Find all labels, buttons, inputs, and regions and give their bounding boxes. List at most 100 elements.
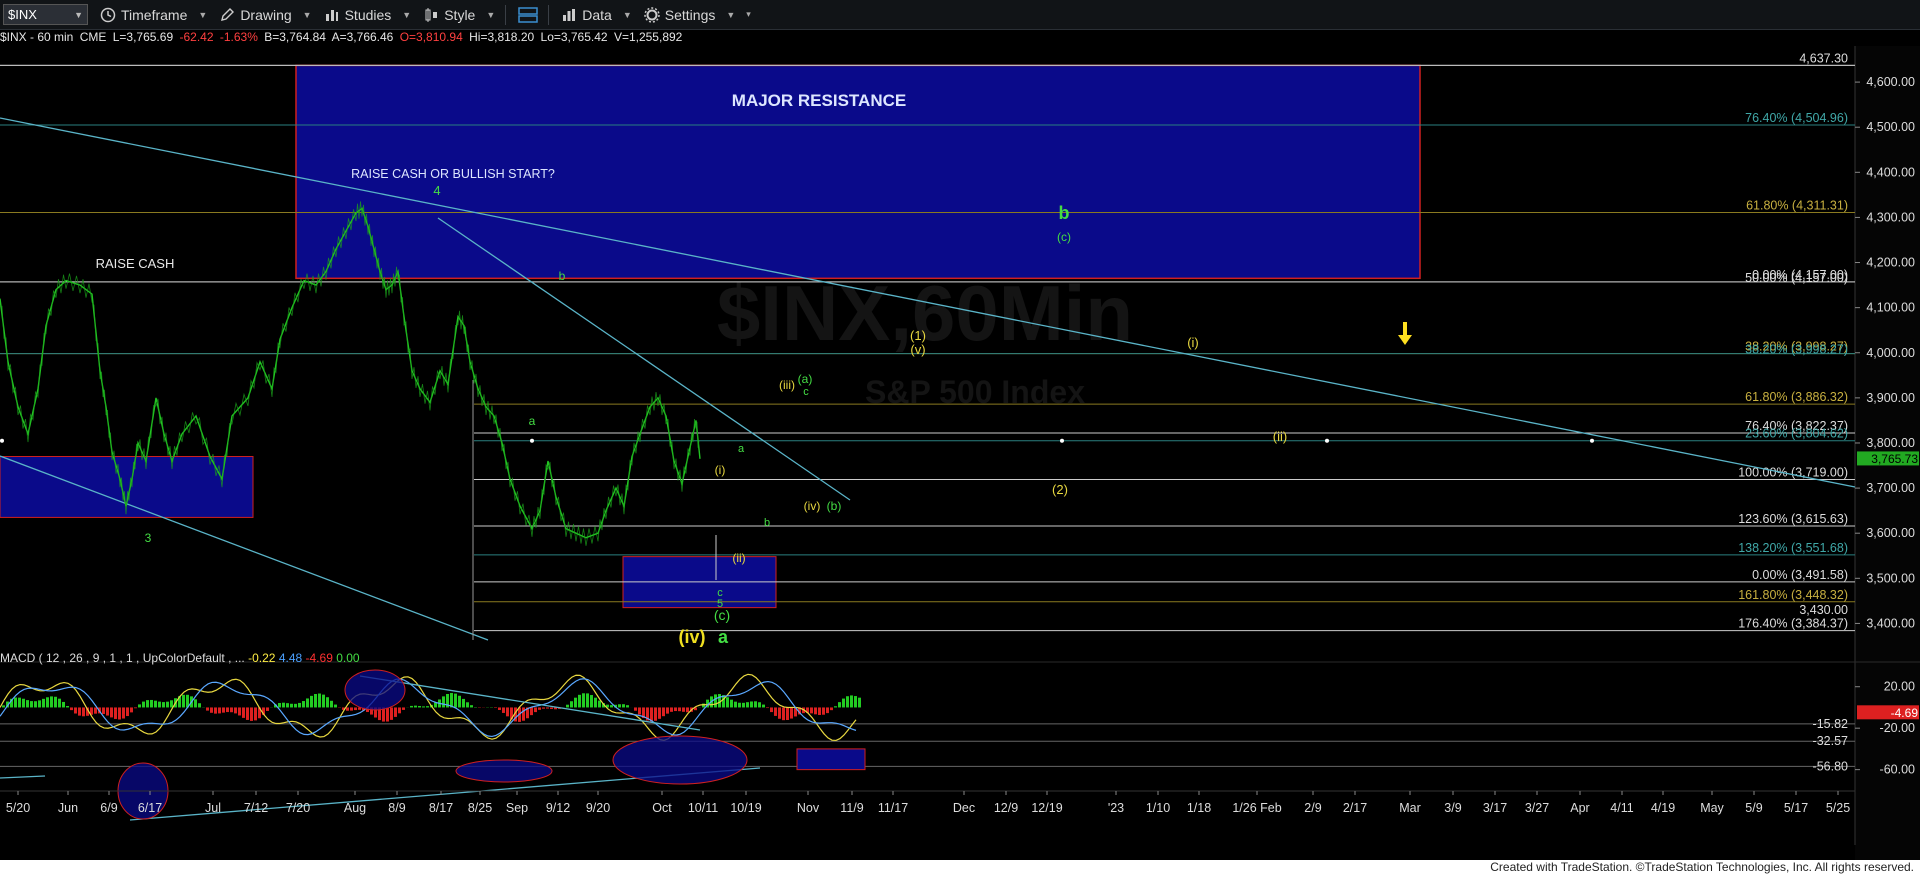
macd-histogram-bar bbox=[206, 707, 209, 711]
chevron-down-icon[interactable]: ▼ bbox=[74, 10, 83, 20]
drawing-button[interactable]: Drawing ▼ bbox=[219, 7, 312, 23]
macd-histogram-bar bbox=[658, 707, 661, 719]
macd-label: MACD ( 12 , 26 , 9 , 1 , 1 , UpColorDefa… bbox=[0, 651, 245, 665]
macd-histogram-bar bbox=[670, 707, 673, 712]
macd-histogram-bar bbox=[314, 694, 317, 708]
macd-histogram-bar bbox=[610, 705, 613, 708]
wave-b-paren-label: (b) bbox=[827, 499, 842, 513]
studies-button[interactable]: Studies ▼ bbox=[324, 7, 412, 23]
price-chart[interactable]: $INX,60MinS&P 500 IndexMAJOR RESISTANCER… bbox=[0, 0, 1920, 860]
macd-header: MACD ( 12 , 26 , 9 , 1 , 1 , UpColorDefa… bbox=[0, 651, 360, 665]
macd-histogram-bar bbox=[726, 697, 729, 708]
bar-value: B=3,764.84 bbox=[264, 30, 326, 44]
macd-histogram-bar bbox=[622, 704, 625, 708]
macd-histogram-bar bbox=[78, 707, 81, 716]
macd-histogram-bar bbox=[846, 696, 849, 708]
macd-histogram-bar bbox=[534, 707, 537, 713]
macd-histogram-bar bbox=[114, 707, 117, 719]
wave-iii-label: (iii) bbox=[779, 378, 795, 392]
x-tick-label: Mar bbox=[1399, 801, 1421, 815]
x-tick-label: Jul bbox=[205, 801, 221, 815]
x-tick-label: 10/19 bbox=[730, 801, 761, 815]
layout-button[interactable] bbox=[518, 6, 539, 24]
macd-last-label: -4.69 bbox=[1891, 706, 1919, 720]
macd-histogram-bar bbox=[686, 707, 689, 713]
macd-histogram-bar bbox=[326, 697, 329, 708]
wave-iv-big-label: (iv) bbox=[679, 627, 706, 647]
x-tick-label: 7/12 bbox=[244, 801, 268, 815]
macd-histogram-bar bbox=[46, 697, 49, 708]
macd-histogram-bar bbox=[402, 707, 405, 710]
fib-level-label: 138.20% (3,551.68) bbox=[1738, 541, 1848, 555]
style-button[interactable]: Style ▼ bbox=[423, 7, 495, 23]
wave-1-label: (1) bbox=[910, 328, 926, 343]
wave-c-green-label: (c) bbox=[714, 607, 730, 623]
macd-histogram-bar bbox=[838, 702, 841, 708]
symbol-interval: $INX - 60 min bbox=[0, 30, 74, 44]
macd-histogram-bar bbox=[418, 706, 421, 708]
macd-histogram-bar bbox=[410, 705, 413, 708]
fib-level-label: 161.80% (3,448.32) bbox=[1738, 588, 1848, 602]
x-tick-label: 2/17 bbox=[1343, 801, 1367, 815]
dot-marker bbox=[1060, 438, 1064, 443]
macd-histogram-bar bbox=[754, 701, 757, 708]
toolbar-divider bbox=[505, 4, 507, 25]
macd-histogram-bar bbox=[858, 697, 861, 708]
macd-histogram-bar bbox=[250, 707, 253, 721]
last-price-label: 3,765.73 bbox=[1871, 452, 1918, 466]
macd-histogram-bar bbox=[218, 707, 221, 714]
x-tick-label: 12/19 bbox=[1031, 801, 1062, 815]
timeframe-label: Timeframe bbox=[121, 6, 188, 23]
macd-histogram-bar bbox=[654, 707, 657, 721]
macd-histogram-bar bbox=[626, 705, 629, 708]
caret-down-icon: ▼ bbox=[402, 9, 412, 20]
toolbar: $INX ▼ Timeframe ▼ Drawing ▼ Studies ▼ Style… bbox=[0, 0, 1920, 30]
macd-tick-label: 20.00 bbox=[1884, 680, 1915, 694]
caret-down-icon: ▾ bbox=[746, 9, 751, 19]
data-button[interactable]: Data ▼ bbox=[561, 7, 632, 23]
macd-histogram-bar bbox=[142, 701, 145, 708]
macd-histogram-bar bbox=[154, 700, 157, 708]
macd-histogram-bar bbox=[714, 694, 717, 708]
x-tick-label: Aug bbox=[344, 801, 366, 815]
macd-low-ellipse bbox=[455, 759, 553, 783]
macd-histogram-bar bbox=[814, 707, 817, 715]
macd-histogram-bar bbox=[122, 707, 125, 719]
raise-cash-label: RAISE CASH bbox=[96, 256, 175, 271]
macd-histogram-bar bbox=[158, 701, 161, 708]
macd-histogram-bar bbox=[830, 707, 833, 711]
top-level-label: 4,637.30 bbox=[1799, 51, 1848, 65]
y-tick-label: 3,800.00 bbox=[1866, 436, 1915, 450]
style-icon bbox=[425, 7, 438, 22]
macd-histogram-bar bbox=[834, 706, 837, 708]
macd-histogram-bar bbox=[182, 694, 185, 708]
wave-a-label: a bbox=[529, 414, 536, 428]
macd-histogram-bar bbox=[322, 694, 325, 708]
macd-histogram-bar bbox=[594, 697, 597, 708]
settings-button[interactable]: Settings ▼ ▾ bbox=[644, 7, 751, 23]
low-value: Lo=3,765.42 bbox=[540, 30, 608, 44]
macd-histogram-bar bbox=[198, 703, 201, 708]
x-tick-label: 4/19 bbox=[1651, 801, 1675, 815]
symbol-input[interactable]: $INX ▼ bbox=[3, 4, 88, 25]
x-tick-label: 8/25 bbox=[468, 801, 492, 815]
y-tick-label: 4,500.00 bbox=[1866, 120, 1915, 134]
macd-value-2: 4.48 bbox=[278, 651, 303, 665]
macd-histogram-bar bbox=[442, 696, 445, 708]
macd-histogram-bar bbox=[426, 706, 429, 708]
x-tick-label: 11/9 bbox=[840, 801, 863, 815]
fib-level-label: 50.00% (4,157.00) bbox=[1745, 271, 1848, 285]
macd-histogram-bar bbox=[586, 693, 589, 708]
y-tick-label: 3,700.00 bbox=[1866, 481, 1915, 495]
wave-iv-small-label: (iv) bbox=[804, 499, 821, 513]
x-tick-label: 4/11 bbox=[1610, 801, 1633, 815]
timeframe-button[interactable]: Timeframe ▼ bbox=[100, 7, 207, 23]
macd-histogram-bar bbox=[738, 702, 741, 708]
macd-histogram-bar bbox=[758, 702, 761, 708]
macd-histogram-bar bbox=[42, 698, 45, 708]
wave-2-label: (2) bbox=[1052, 482, 1068, 497]
x-tick-label: 8/9 bbox=[388, 801, 405, 815]
macd-histogram-bar bbox=[582, 693, 585, 708]
fib-level-label: 23.60% (3,804.62) bbox=[1745, 427, 1848, 441]
macd-tick-label: -20.00 bbox=[1880, 721, 1915, 735]
